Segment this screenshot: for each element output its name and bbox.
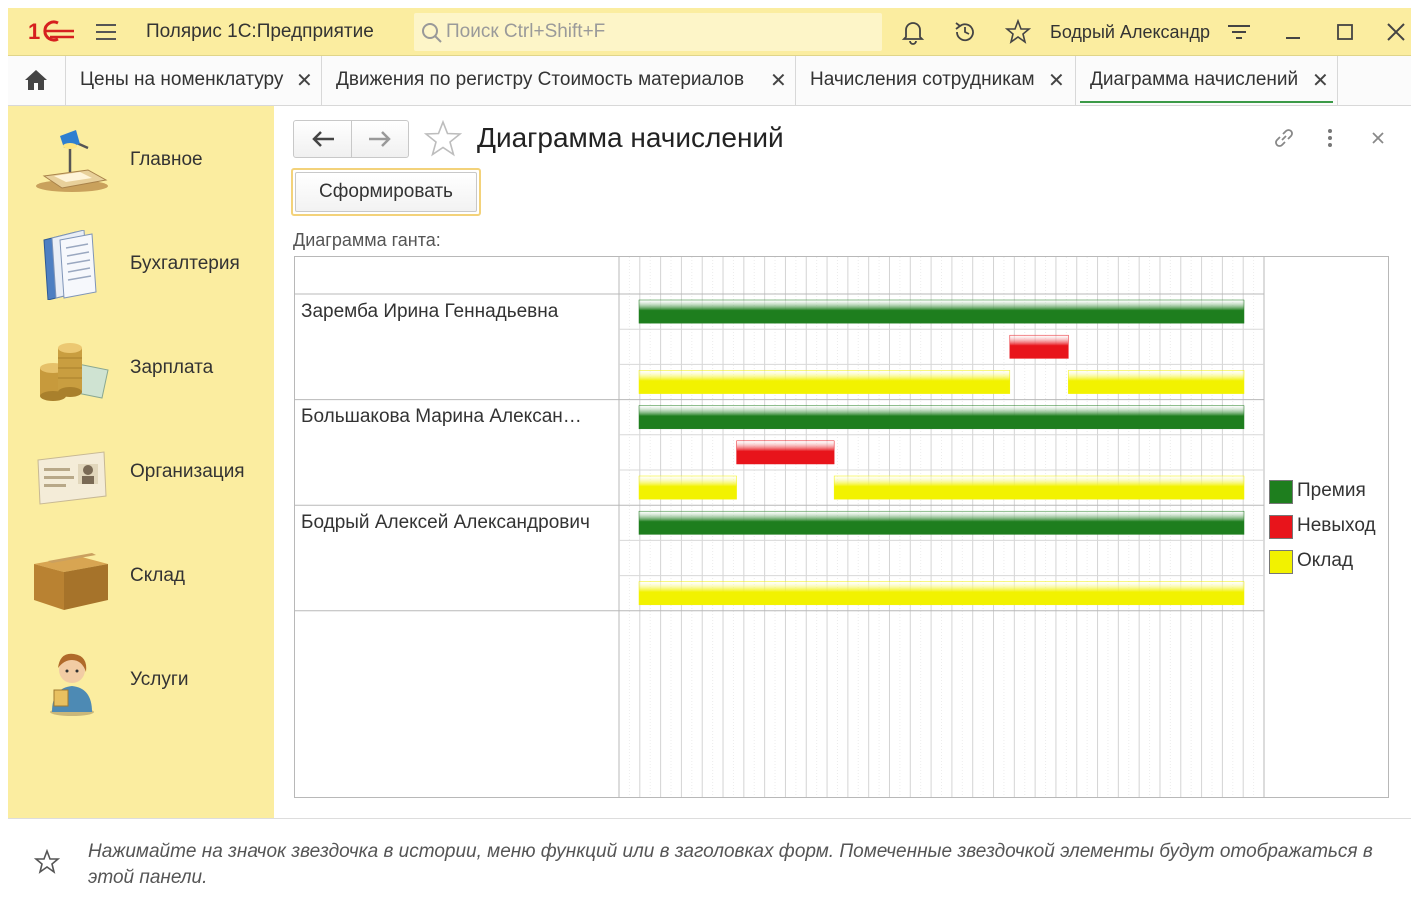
sidebar-item-main[interactable]: Главное <box>8 116 274 206</box>
legend-swatch <box>1269 550 1293 574</box>
box-icon <box>34 553 108 610</box>
back-button[interactable] <box>294 121 351 157</box>
open-tabs-bar: Цены на номенклатуру ✕ Движения по регис… <box>8 56 1411 106</box>
gantt-bar <box>1068 370 1245 394</box>
history-icon[interactable] <box>952 19 978 45</box>
gantt-employee-name: Большакова Марина Алексан… <box>301 406 582 427</box>
star-icon[interactable] <box>34 849 60 875</box>
user-name[interactable]: Бодрый Александр <box>1050 22 1210 43</box>
generate-button[interactable]: Сформировать <box>291 168 481 216</box>
legend-swatch <box>1269 515 1293 539</box>
legend-label: Невыход <box>1297 515 1376 536</box>
gantt-bar <box>638 510 1245 535</box>
tab-accruals-diagram[interactable]: Диаграмма начислений ✕ <box>1076 56 1338 105</box>
legend-swatch <box>1269 480 1293 504</box>
sidebar-item-label: Организация <box>130 461 245 482</box>
favorites-hint-text: Нажимайте на значок звездочка в истории,… <box>88 841 1373 888</box>
gantt-bar <box>638 405 1245 430</box>
sections-sidebar: Главное Бухгалтерия Зарплата Организация… <box>8 106 274 818</box>
organization-card-icon <box>37 451 107 505</box>
tab-close-icon[interactable]: ✕ <box>296 68 313 93</box>
gantt-bar <box>638 299 1245 324</box>
main-menu-icon[interactable] <box>94 20 118 44</box>
gantt-bar <box>833 475 1245 500</box>
gantt-employee-name: Заремба Ирина Геннадьевна <box>301 301 559 322</box>
tab-employee-accruals[interactable]: Начисления сотрудникам ✕ <box>796 56 1076 105</box>
arrow-right-icon <box>369 131 391 147</box>
settings-filter-icon[interactable] <box>1226 19 1252 45</box>
arrow-left-icon <box>312 131 334 147</box>
tab-prices[interactable]: Цены на номенклатуру ✕ <box>66 56 322 105</box>
coins-icon <box>40 343 109 401</box>
gantt-bar <box>638 475 737 500</box>
sidebar-item-label: Главное <box>130 149 203 170</box>
close-window-icon[interactable] <box>1383 19 1409 45</box>
gantt-chart[interactable]: Заремба Ирина Геннадьевна Большакова Мар… <box>294 256 1389 798</box>
generate-button-label: Сформировать <box>295 172 477 212</box>
tab-label: Диаграмма начислений <box>1090 69 1299 90</box>
favorites-panel: Нажимайте на значок звездочка в истории,… <box>8 818 1411 903</box>
forward-button[interactable] <box>352 121 409 157</box>
favorites-star-icon[interactable] <box>1005 19 1031 45</box>
gantt-bar <box>1009 334 1069 359</box>
1c-logo-icon[interactable]: 1 <box>28 18 76 44</box>
sidebar-item-organization[interactable]: Организация <box>8 428 274 518</box>
maximize-icon[interactable] <box>1332 19 1358 45</box>
navigation-buttons <box>293 120 409 158</box>
legend-label: Премия <box>1297 480 1366 501</box>
top-bar: 1 Полярис 1С:Предприятие Бодрый Александ… <box>8 8 1411 56</box>
sidebar-item-accounting[interactable]: Бухгалтерия <box>8 220 274 310</box>
tab-label: Цены на номенклатуру <box>80 69 284 90</box>
legend-label: Оклад <box>1297 550 1354 571</box>
bell-icon[interactable] <box>900 19 926 45</box>
active-tab-underline <box>1080 101 1333 103</box>
desk-lamp-icon <box>36 130 108 192</box>
ledger-books-icon <box>43 230 97 300</box>
home-icon <box>25 70 47 90</box>
app-title: Полярис 1С:Предприятие <box>146 21 374 42</box>
sidebar-item-label: Бухгалтерия <box>130 253 240 274</box>
gantt-bar <box>638 581 1245 606</box>
search-icon <box>422 23 442 43</box>
home-tab[interactable] <box>8 56 66 105</box>
sidebar-item-label: Склад <box>130 565 185 586</box>
minimize-icon[interactable] <box>1280 19 1306 45</box>
tab-close-icon[interactable]: ✕ <box>1312 68 1329 93</box>
more-actions-icon[interactable] <box>1316 124 1344 152</box>
gantt-chart-label: Диаграмма ганта: <box>293 230 441 250</box>
sidebar-item-services[interactable]: Услуги <box>8 636 274 726</box>
search-input[interactable] <box>446 13 876 51</box>
service-person-icon <box>50 653 94 716</box>
svg-text:1: 1 <box>28 19 40 44</box>
gantt-employee-name: Бодрый Алексей Александрович <box>301 512 590 533</box>
form-title: Диаграмма начислений <box>477 122 784 153</box>
tab-close-icon[interactable]: ✕ <box>1048 68 1065 93</box>
tab-register-movements[interactable]: Движения по регистру Стоимость материало… <box>322 56 796 105</box>
gantt-bar <box>736 440 835 465</box>
tab-close-icon[interactable]: ✕ <box>770 68 787 93</box>
close-form-icon[interactable] <box>1364 124 1392 152</box>
sidebar-item-label: Зарплата <box>130 357 214 378</box>
sidebar-item-salary[interactable]: Зарплата <box>8 324 274 414</box>
link-icon[interactable] <box>1270 124 1298 152</box>
tab-label: Движения по регистру Стоимость материало… <box>336 69 745 90</box>
sidebar-item-warehouse[interactable]: Склад <box>8 532 274 622</box>
tab-label: Начисления сотрудникам <box>810 69 1035 90</box>
search-box <box>414 13 882 51</box>
gantt-bar <box>638 370 1011 394</box>
form-favorite-star-icon[interactable] <box>424 120 462 158</box>
sidebar-item-label: Услуги <box>130 669 189 690</box>
